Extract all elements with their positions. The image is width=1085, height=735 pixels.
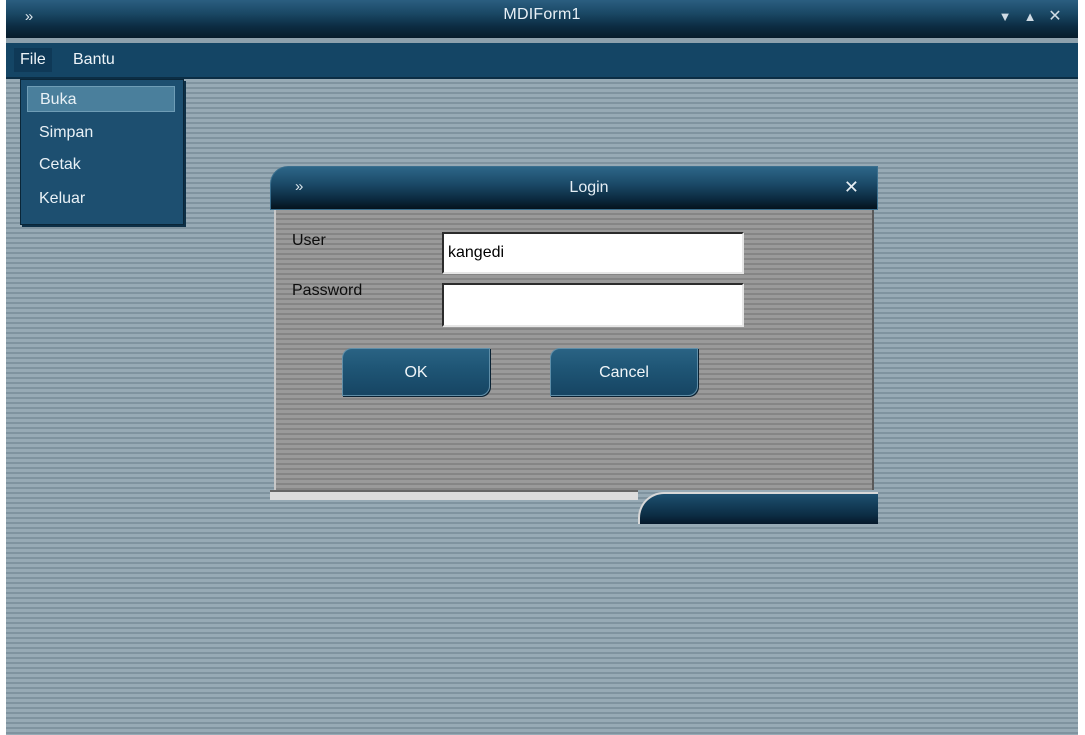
close-icon[interactable]: ✕ — [844, 177, 859, 198]
dialog-bottom-edge — [270, 490, 638, 500]
dialog-footer-tab — [638, 492, 878, 524]
title-bar[interactable]: » MDIForm1 ▼ ▲ ✕ — [6, 0, 1078, 38]
window-title: MDIForm1 — [503, 6, 581, 23]
menu-bantu[interactable]: Bantu — [67, 48, 121, 72]
user-input[interactable] — [442, 232, 744, 274]
close-icon[interactable]: ✕ — [1046, 8, 1064, 26]
login-title: Login — [569, 179, 609, 196]
login-title-bar[interactable]: » Login ✕ — [270, 166, 878, 210]
login-body: User Password OK Cancel — [274, 210, 874, 490]
cancel-button[interactable]: Cancel — [550, 348, 698, 396]
menu-item-buka[interactable]: Buka — [27, 86, 175, 112]
menu-file[interactable]: File — [14, 48, 52, 72]
maximize-icon[interactable]: ▲ — [1021, 8, 1039, 26]
user-label: User — [292, 232, 326, 249]
login-dialog: » Login ✕ User Password OK Cancel — [270, 166, 878, 526]
password-label: Password — [292, 282, 363, 299]
menu-item-cetak[interactable]: Cetak — [27, 152, 175, 178]
menu-item-keluar[interactable]: Keluar — [27, 186, 175, 212]
mdi-window: » MDIForm1 ▼ ▲ ✕ File Bantu Buka Simpan … — [6, 0, 1078, 735]
minimize-icon[interactable]: ▼ — [996, 8, 1014, 26]
ok-button[interactable]: OK — [342, 348, 490, 396]
menu-bar: File Bantu — [6, 43, 1078, 79]
file-dropdown-menu: Buka Simpan Cetak Keluar — [20, 79, 184, 225]
password-input[interactable] — [442, 283, 744, 327]
menu-item-simpan[interactable]: Simpan — [27, 120, 175, 146]
